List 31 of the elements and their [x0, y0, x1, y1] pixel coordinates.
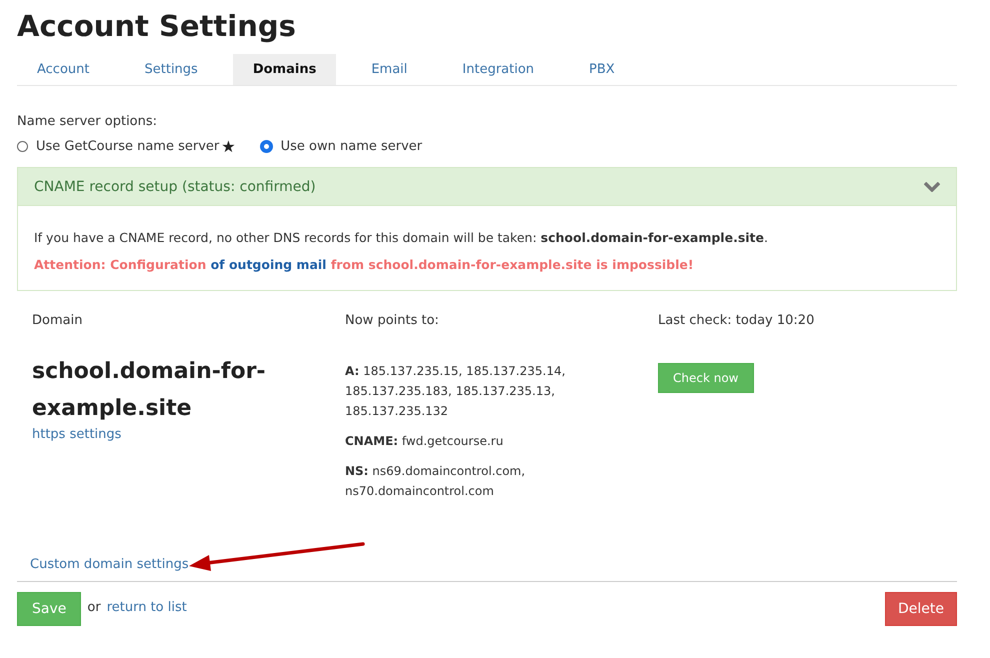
name-server-label: Name server options: — [17, 114, 158, 129]
chevron-icon[interactable] — [924, 182, 940, 192]
delete-button[interactable]: Delete — [885, 592, 957, 626]
return-to-list-link[interactable]: return to list — [106, 600, 187, 615]
or-text: or — [87, 600, 101, 615]
custom-domain-settings-link[interactable]: Custom domain settings — [30, 557, 189, 572]
tab[interactable]: Account — [17, 54, 110, 85]
star-icon: ★ — [221, 137, 236, 156]
dns-record: NS: ns69.domaincontrol.com, ns70.domaincontrol.com — [345, 463, 526, 500]
dns-record: A: 185.137.235.15, 185.137.235.14, 185.137.235.183, 185.137.235.13, 185.137.235.132 — [345, 363, 566, 420]
radio-label[interactable]: Use GetCourse name server — [36, 139, 220, 154]
page-title: Account Settings — [17, 8, 297, 44]
radio-label[interactable]: Use own name server — [280, 139, 422, 154]
tab[interactable]: Domains — [232, 54, 336, 85]
panel-header[interactable]: CNAME record setup (status: confirmed) — [18, 168, 956, 206]
last-check-text: Last check: today 10:20 — [658, 313, 814, 330]
radio-button[interactable] — [17, 141, 28, 152]
domain-name: school.domain-for-example.site — [32, 358, 267, 423]
dns-record: CNAME: fwd.getcourse.ru — [345, 433, 504, 450]
tab[interactable]: Settings — [124, 54, 218, 85]
panel-title: CNAME record setup (status: confirmed) — [34, 178, 316, 194]
info-text: If you have a CNAME record, no other DNS records for this domain will be taken: school.domain-for-example.site. — [34, 230, 769, 245]
https-settings-link[interactable]: https settings — [32, 427, 345, 442]
tab[interactable]: PBX — [569, 54, 635, 85]
points-to-label: Now points to: — [345, 313, 440, 330]
radio-button[interactable] — [260, 140, 273, 153]
tab[interactable]: Integration — [442, 54, 554, 85]
outgoing-mail-link[interactable]: of outgoing mail — [210, 257, 326, 272]
tab[interactable]: Email — [351, 54, 428, 85]
domain-label: Domain — [32, 313, 84, 330]
warning-text: Attention: Configuration of outgoing mail from school.domain-for-example.site is impossible! — [34, 257, 695, 272]
